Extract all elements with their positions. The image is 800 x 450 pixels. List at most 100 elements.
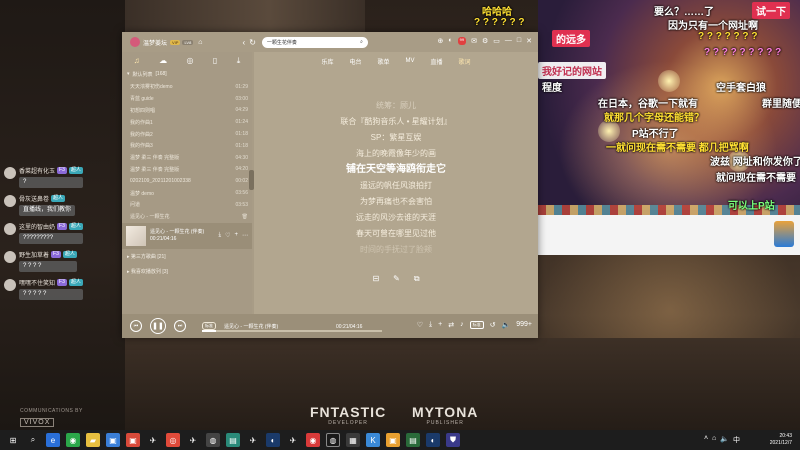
app-icon[interactable]: ✈ — [146, 433, 160, 447]
app-icon[interactable]: ▣ — [106, 433, 120, 447]
desktop-lyrics-icon[interactable]: ⊟ — [372, 274, 379, 284]
tab-live[interactable]: 直播 — [431, 57, 443, 66]
avatar[interactable] — [4, 279, 16, 291]
netease-icon[interactable]: ◉ — [306, 433, 320, 447]
edit-lyrics-icon[interactable]: ✎ — [393, 274, 400, 284]
steam-icon[interactable]: ◐ — [426, 433, 440, 447]
chat-username[interactable]: 这里的智由奶 — [19, 222, 55, 231]
download-icon[interactable]: ⤓ — [429, 321, 432, 329]
maximize-icon[interactable]: □ — [517, 37, 521, 45]
app-icon[interactable]: ✈ — [246, 433, 260, 447]
song-row[interactable]: 我的作曲3 01:18 — [122, 140, 252, 152]
avatar[interactable] — [4, 195, 16, 207]
chat-username[interactable]: 香菜超有化玉 — [19, 166, 55, 175]
mail-icon[interactable]: ✉ — [471, 37, 477, 45]
search-icon[interactable]: ⌕ — [360, 39, 363, 45]
search-input[interactable]: 一颗生花伴奏 ⌕ — [261, 36, 368, 48]
phone-icon[interactable]: ▯ — [213, 56, 217, 65]
sound-effect-icon[interactable]: ♪ — [460, 321, 464, 329]
app-icon[interactable]: ⛊ — [446, 433, 460, 447]
chat-username[interactable]: 嘿嘿不住笑知 — [19, 278, 55, 287]
song-row[interactable]: 天天浓雾初伤demo 01:29 — [122, 81, 252, 93]
add-icon[interactable]: + — [234, 232, 238, 239]
user-name[interactable]: 温梦姜坛 — [143, 38, 167, 47]
next-button[interactable]: ⏭ — [174, 320, 186, 332]
now-playing-row[interactable]: 遥见心 - 一颗生花 (伴奏) 00:21/04:16 ⤓ ♡ + ⋯ — [122, 222, 252, 249]
chat-username[interactable]: 骨灰送鼻卷 — [19, 194, 49, 203]
app-icon[interactable]: ✈ — [286, 433, 300, 447]
song-row[interactable]: 0202109_20211201002338 00:02 — [122, 175, 252, 187]
chrome-icon[interactable]: ◎ — [166, 433, 180, 447]
tray-arrow-icon[interactable]: ˄ — [704, 435, 708, 445]
network-icon[interactable]: ⌂ — [712, 435, 716, 445]
back-icon[interactable]: ‹ — [243, 38, 246, 47]
song-row[interactable]: 温梦 柔三 伴奏 完整版 04:30 — [122, 152, 252, 164]
loop-mode-icon[interactable]: ↺ — [490, 321, 496, 329]
song-row[interactable]: 温梦 demo 03:56 — [122, 187, 252, 199]
app-icon[interactable]: ◍ — [206, 433, 220, 447]
tab-mv[interactable]: MV — [406, 58, 415, 64]
windows-start-icon[interactable]: ⊞ — [6, 433, 20, 447]
avatar[interactable] — [4, 223, 16, 235]
refresh-icon[interactable]: ↻ — [249, 38, 256, 47]
game-icon[interactable]: ⊕ — [438, 37, 444, 45]
taskbar-clock[interactable]: 20:43 2021/12/7 — [770, 433, 792, 447]
album-cover[interactable] — [126, 225, 146, 246]
playlist-group-favorite[interactable]: ▸ 我喜欢播放列 [3] — [122, 264, 252, 279]
playlist-section-header[interactable]: ▾ 默认列表 [168] — [122, 68, 252, 81]
settings-icon[interactable]: ⚙ — [482, 37, 488, 45]
song-row[interactable]: 问道 03:53 — [122, 199, 252, 211]
song-row[interactable]: 初想四则唱 04:29 — [122, 105, 252, 117]
previous-button[interactable]: ⏮ — [130, 320, 142, 332]
sound-mode-button[interactable]: 标准 — [202, 322, 216, 330]
app-icon[interactable]: ◍ — [326, 433, 340, 447]
like-icon[interactable]: ♡ — [225, 232, 230, 239]
cloud-icon[interactable]: ☁ — [159, 56, 167, 65]
delete-icon[interactable]: 🗑 — [242, 214, 248, 220]
add-icon[interactable]: + — [438, 321, 442, 329]
steam-icon[interactable]: ◐ — [266, 433, 280, 447]
app-icon[interactable]: ▤ — [406, 433, 420, 447]
playlist-count[interactable]: 999+ — [516, 321, 532, 329]
ime-icon[interactable]: 中 — [733, 435, 740, 445]
tab-lyrics[interactable]: 歌词 — [459, 57, 471, 66]
notification-badge[interactable]: 99 — [457, 37, 467, 45]
close-icon[interactable]: ✕ — [526, 37, 532, 45]
app-icon[interactable]: ✈ — [186, 433, 200, 447]
volume-icon[interactable]: 🔈 — [502, 321, 511, 329]
radio-icon[interactable]: ◎ — [187, 56, 194, 65]
folder-icon[interactable]: ▰ — [86, 433, 100, 447]
app-icon[interactable]: ▦ — [346, 433, 360, 447]
progress-bar[interactable] — [202, 330, 382, 332]
mini-mode-icon[interactable]: ▭ — [493, 37, 500, 45]
share-lyrics-icon[interactable]: ⧉ — [414, 274, 420, 284]
song-row[interactable]: 我的作曲1 01:24 — [122, 116, 252, 128]
quality-button[interactable]: 标准 — [469, 321, 484, 329]
avatar[interactable] — [4, 251, 16, 263]
song-row[interactable]: 温梦 柔三 伴奏 完整版 04:20 — [122, 164, 252, 176]
volume-icon[interactable]: 🔈 — [720, 435, 729, 445]
song-row[interactable]: 我的作曲2 01:18 — [122, 128, 252, 140]
edge-icon[interactable]: e — [46, 433, 60, 447]
pause-button[interactable]: ❚❚ — [150, 318, 166, 334]
playlist-group-third-party[interactable]: ▸ 第三方歌曲 [21] — [122, 249, 252, 264]
more-icon[interactable]: ⋯ — [242, 232, 248, 239]
tab-radio[interactable]: 电台 — [349, 57, 361, 66]
download-icon[interactable]: ⤓ — [237, 56, 241, 65]
song-row[interactable]: 青蓝 guide 03:00 — [122, 93, 252, 105]
user-avatar[interactable] — [130, 37, 140, 47]
like-icon[interactable]: ♡ — [417, 321, 423, 329]
song-row[interactable]: 遥见心 - 一颗生花 🗑 — [122, 211, 252, 223]
search-icon[interactable]: ⌕ — [26, 433, 40, 447]
skin-icon[interactable]: ◐ — [448, 37, 452, 45]
chat-username[interactable]: 野生加草着 — [19, 250, 49, 259]
tab-library[interactable]: 乐库 — [321, 57, 333, 66]
minimize-icon[interactable]: — — [505, 37, 512, 45]
app-icon[interactable]: ▣ — [386, 433, 400, 447]
app-icon[interactable]: ▣ — [126, 433, 140, 447]
avatar[interactable] — [4, 167, 16, 179]
kugou-icon[interactable]: K — [366, 433, 380, 447]
music-note-icon[interactable]: ♫ — [134, 56, 140, 65]
loop-icon[interactable]: ⇄ — [448, 321, 454, 329]
download-icon[interactable]: ⤓ — [218, 232, 221, 239]
